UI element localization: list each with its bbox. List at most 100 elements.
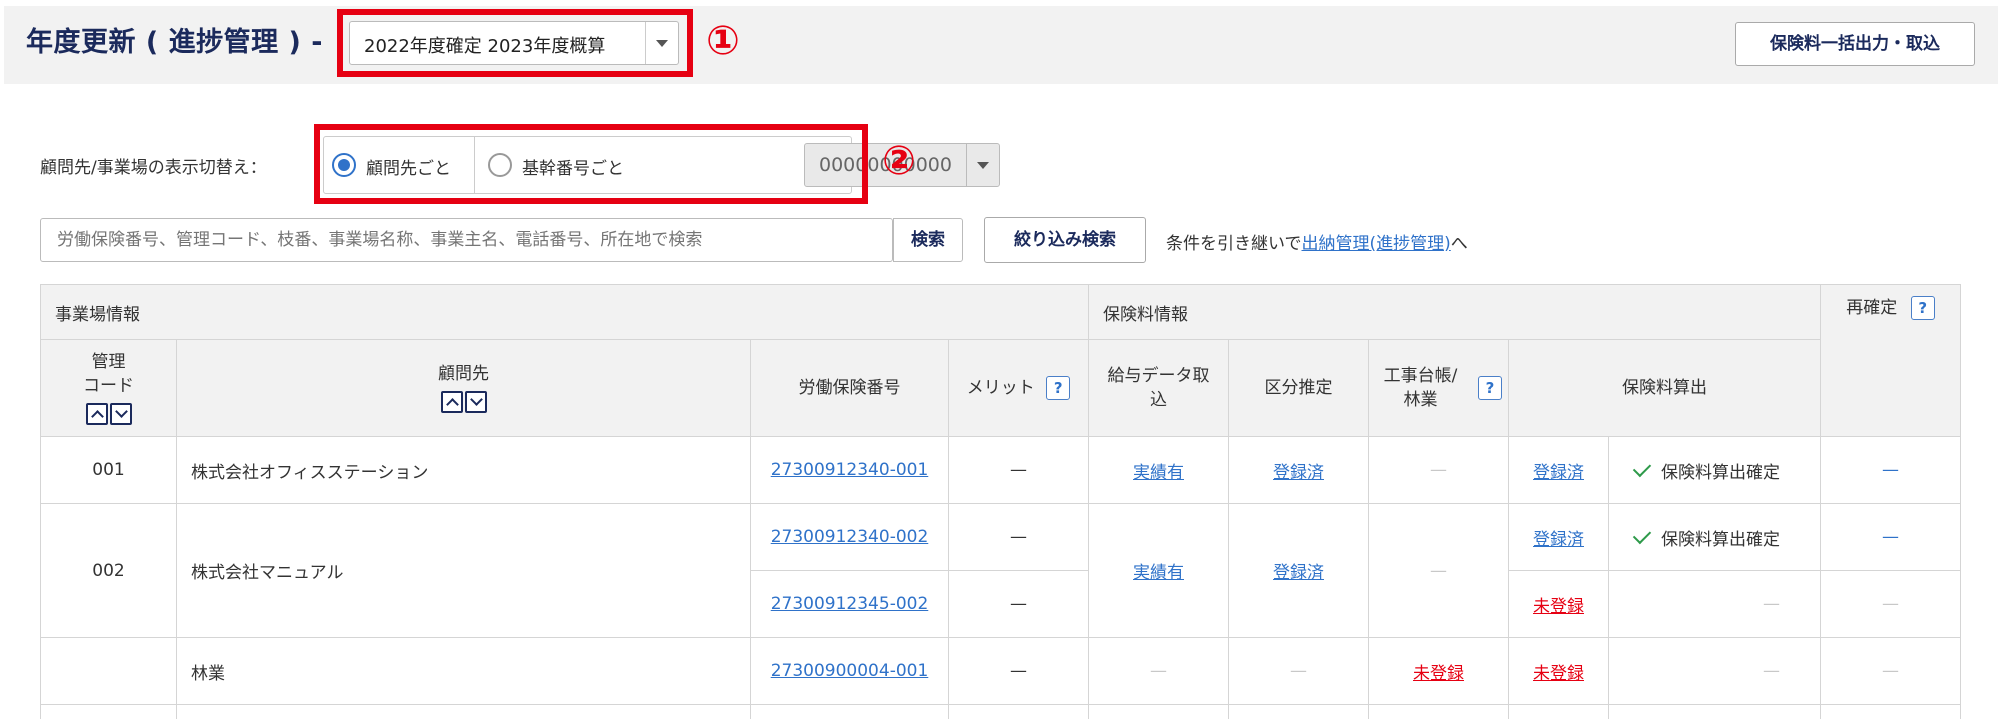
premium-calc-link[interactable]: 登録済 xyxy=(1533,463,1584,483)
cell-payroll: 実績有 xyxy=(1089,437,1229,504)
sort-asc-icon[interactable] xyxy=(441,391,463,413)
cell-empty xyxy=(1609,705,1821,719)
cell-merit: — xyxy=(949,504,1089,571)
insurance-number-link[interactable]: 27300912340-001 xyxy=(771,460,929,480)
col-reconfirm: 再確定 ? xyxy=(1821,285,1961,437)
cell-ledger: — xyxy=(1369,504,1509,638)
cell-code: 001 xyxy=(41,437,177,504)
cell-empty xyxy=(1229,705,1369,719)
col-payroll-label-2: 込 xyxy=(1089,388,1228,412)
cell-reconfirm: — xyxy=(1821,571,1961,638)
help-icon[interactable]: ? xyxy=(1478,376,1502,400)
col-payroll-label-1: 給与データ取 xyxy=(1089,364,1228,388)
cell-reconfirm: — xyxy=(1821,437,1961,504)
premium-calc-link[interactable]: 登録済 xyxy=(1533,530,1584,550)
cell-empty xyxy=(1821,705,1961,719)
col-premium-calc: 保険料算出 xyxy=(1509,340,1821,437)
insurance-number-link[interactable]: 27300900004-001 xyxy=(771,661,929,681)
cell-client: 株式会社オフィスステーション xyxy=(177,437,751,504)
cell-ledger: — xyxy=(1369,437,1509,504)
search-input[interactable] xyxy=(40,218,893,262)
payroll-link[interactable]: 実績有 xyxy=(1133,463,1184,483)
cell-calc: 未登録 xyxy=(1509,638,1609,705)
ledger-link[interactable]: 未登録 xyxy=(1413,664,1464,684)
carry-over-suffix: へ xyxy=(1451,234,1468,254)
cell-number: 27300912345-002 xyxy=(751,571,949,638)
ledger-header-text: 工事台帳/林業 xyxy=(1369,364,1472,412)
cell-client: 林業 xyxy=(177,638,751,705)
col-payroll-import: 給与データ取込 xyxy=(1089,340,1229,437)
cell-merit: — xyxy=(949,638,1089,705)
filter-search-button[interactable]: 絞り込み検索 xyxy=(984,217,1146,263)
table-row: 林業 27300900004-001 — — — 未登録 未登録 — — xyxy=(41,638,1961,705)
cell-status: 保険料算出確定 xyxy=(1609,504,1821,571)
help-icon[interactable]: ? xyxy=(1911,296,1935,320)
help-icon[interactable]: ? xyxy=(1046,376,1070,400)
premium-calc-link[interactable]: 未登録 xyxy=(1533,664,1584,684)
table-row: 001 株式会社オフィスステーション 27300912340-001 — 実績有… xyxy=(41,437,1961,504)
cell-empty xyxy=(1369,705,1509,719)
cell-empty xyxy=(751,705,949,719)
cell-status: — xyxy=(1609,571,1821,638)
col-ledger: 工事台帳/林業 ? xyxy=(1369,340,1509,437)
col-ledger-label-2: 林業 xyxy=(1369,388,1472,412)
payroll-link[interactable]: 実績有 xyxy=(1133,563,1184,583)
cell-reconfirm: — xyxy=(1821,504,1961,571)
check-icon xyxy=(1633,458,1651,476)
progress-table: 事業場情報 保険料情報 再確定 ? 管理 コード 顧問先 労働保険番号 メリット… xyxy=(40,284,1961,719)
sort-desc-icon[interactable] xyxy=(110,403,132,425)
cell-empty xyxy=(949,705,1089,719)
cell-payroll: — xyxy=(1089,638,1229,705)
carry-over-text: 条件を引き継いで出納管理(進捗管理)へ xyxy=(1166,229,1468,254)
col-merit: メリット ? xyxy=(949,340,1089,437)
cell-empty xyxy=(177,705,751,719)
cell-empty xyxy=(1089,705,1229,719)
premium-calc-link[interactable]: 未登録 xyxy=(1533,597,1584,617)
col-reconfirm-label: 再確定 xyxy=(1846,298,1897,318)
table-row: 002 株式会社マニュアル 27300912340-002 — 実績有 登録済 … xyxy=(41,504,1961,571)
class-estimate-link[interactable]: 登録済 xyxy=(1273,463,1324,483)
col-management-code: 管理 コード xyxy=(41,340,177,437)
insurance-number-link[interactable]: 27300912340-002 xyxy=(771,527,929,547)
cell-calc: 未登録 xyxy=(1509,571,1609,638)
ledger-header-layout: 工事台帳/林業 ? xyxy=(1369,364,1508,412)
sort-asc-icon[interactable] xyxy=(86,403,108,425)
annotation-highlight-2 xyxy=(314,124,868,204)
sort-desc-icon[interactable] xyxy=(465,391,487,413)
annotation-marker-1: ① xyxy=(706,21,740,61)
cell-reconfirm: — xyxy=(1821,638,1961,705)
cell-class: 登録済 xyxy=(1229,437,1369,504)
cell-status: — xyxy=(1609,638,1821,705)
col-merit-label: メリット xyxy=(967,378,1035,398)
display-toggle-label: 顧問先/事業場の表示切替え： xyxy=(40,153,267,178)
annotation-marker-2: ② xyxy=(882,141,916,181)
cell-payroll: 実績有 xyxy=(1089,504,1229,638)
base-code-dropdown-arrow[interactable] xyxy=(966,144,999,186)
chevron-down-icon xyxy=(977,162,989,169)
premium-bulk-export-button[interactable]: 保険料一括出力・取込 xyxy=(1735,22,1975,66)
check-icon xyxy=(1633,525,1651,543)
ledger-help-cell: ? xyxy=(1472,364,1508,412)
cell-number: 27300900004-001 xyxy=(751,638,949,705)
cell-calc: 登録済 xyxy=(1509,437,1609,504)
search-button[interactable]: 検索 xyxy=(893,218,963,262)
col-code-label-1: 管理 xyxy=(41,350,176,374)
cell-empty xyxy=(41,705,177,719)
cell-number: 27300912340-002 xyxy=(751,504,949,571)
cell-calc: 登録済 xyxy=(1509,504,1609,571)
insurance-number-link[interactable]: 27300912345-002 xyxy=(771,594,929,614)
group-premium-info: 保険料情報 xyxy=(1089,285,1821,340)
cell-code xyxy=(41,638,177,705)
group-site-info: 事業場情報 xyxy=(41,285,1089,340)
cell-status: 保険料算出確定 xyxy=(1609,437,1821,504)
carry-over-prefix: 条件を引き継いで xyxy=(1166,234,1302,254)
cell-merit: — xyxy=(949,437,1089,504)
cell-code: 002 xyxy=(41,504,177,638)
col-client: 顧問先 xyxy=(177,340,751,437)
page-title: 年度更新 ( 進捗管理 ) - xyxy=(26,20,323,59)
cashbook-progress-link[interactable]: 出納管理(進捗管理) xyxy=(1302,234,1451,254)
class-estimate-link[interactable]: 登録済 xyxy=(1273,563,1324,583)
cell-number: 27300912340-001 xyxy=(751,437,949,504)
col-ledger-label-1: 工事台帳/ xyxy=(1369,364,1472,388)
status-text: 保険料算出確定 xyxy=(1661,463,1780,483)
